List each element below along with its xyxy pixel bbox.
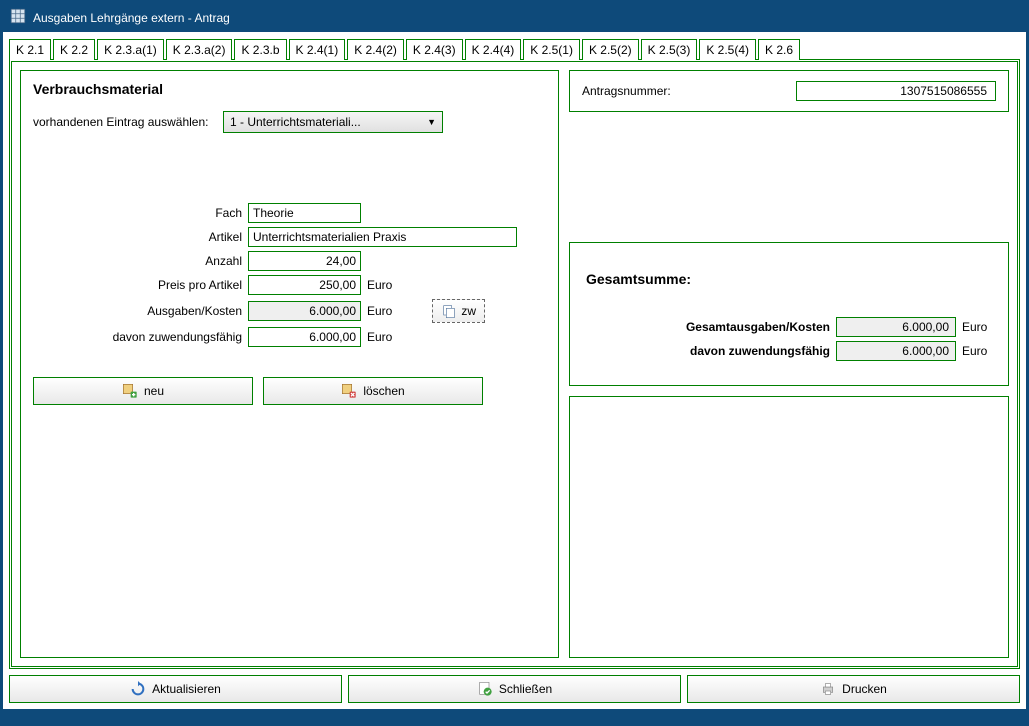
- tab-k243[interactable]: K 2.4(3): [406, 39, 463, 60]
- delete-icon: [341, 383, 357, 399]
- gesamt-label: Gesamtausgaben/Kosten: [686, 320, 830, 334]
- fach-input[interactable]: [248, 203, 361, 223]
- artikel-label: Artikel: [33, 230, 248, 244]
- empty-panel: [569, 396, 1009, 658]
- tab-k242[interactable]: K 2.4(2): [347, 39, 404, 60]
- tab-bar: K 2.1K 2.2K 2.3.a(1)K 2.3.a(2)K 2.3.bK 2…: [9, 38, 1020, 59]
- tab-k21[interactable]: K 2.1: [9, 39, 51, 60]
- bottom-bar: Aktualisieren Schließen Drucken: [9, 675, 1020, 703]
- ausgaben-label: Ausgaben/Kosten: [33, 304, 248, 318]
- neu-button[interactable]: neu: [33, 377, 253, 405]
- antragsnummer-box: Antragsnummer: 1307515086555: [569, 70, 1009, 112]
- fach-label: Fach: [33, 206, 248, 220]
- tab-k26[interactable]: K 2.6: [758, 39, 800, 60]
- right-panel: Antragsnummer: 1307515086555 Gesamtsumme…: [569, 70, 1009, 658]
- tab-k23b[interactable]: K 2.3.b: [234, 39, 286, 60]
- zuwendung-unit: Euro: [367, 330, 392, 344]
- tab-k241[interactable]: K 2.4(1): [289, 39, 346, 60]
- selector-label: vorhandenen Eintrag auswählen:: [33, 115, 213, 129]
- tab-k23a1[interactable]: K 2.3.a(1): [97, 39, 164, 60]
- zuwendung-input[interactable]: [248, 327, 361, 347]
- section-title: Verbrauchsmaterial: [33, 81, 546, 97]
- refresh-icon: [130, 681, 146, 697]
- sum-zuwendung-unit: Euro: [962, 344, 992, 358]
- close-doc-icon: [477, 681, 493, 697]
- tab-k244[interactable]: K 2.4(4): [465, 39, 522, 60]
- tab-k22[interactable]: K 2.2: [53, 39, 95, 60]
- artikel-input[interactable]: [248, 227, 517, 247]
- ausgaben-unit: Euro: [367, 304, 392, 318]
- ausgaben-value: [248, 301, 361, 321]
- tab-k253[interactable]: K 2.5(3): [641, 39, 698, 60]
- window-title: Ausgaben Lehrgänge extern - Antrag: [33, 11, 230, 25]
- left-panel: Verbrauchsmaterial vorhandenen Eintrag a…: [20, 70, 559, 658]
- anzahl-input[interactable]: [248, 251, 361, 271]
- preis-unit: Euro: [367, 278, 392, 292]
- tab-k252[interactable]: K 2.5(2): [582, 39, 639, 60]
- aktualisieren-button[interactable]: Aktualisieren: [9, 675, 342, 703]
- sum-zuwendung-label: davon zuwendungsfähig: [690, 344, 830, 358]
- copy-icon: [441, 303, 457, 319]
- summary-title: Gesamtsumme:: [586, 271, 992, 287]
- main-panel: Verbrauchsmaterial vorhandenen Eintrag a…: [9, 59, 1020, 669]
- zw-button[interactable]: zw: [432, 299, 485, 323]
- add-icon: [122, 383, 138, 399]
- zuwendung-label: davon zuwendungsfähig: [33, 330, 248, 344]
- gesamt-unit: Euro: [962, 320, 992, 334]
- app-icon: [9, 7, 27, 28]
- sum-zuwendung-value: 6.000,00: [836, 341, 956, 361]
- gesamt-value: 6.000,00: [836, 317, 956, 337]
- antragsnummer-value: 1307515086555: [796, 81, 996, 101]
- chevron-down-icon: ▼: [427, 117, 436, 127]
- tab-k23a2[interactable]: K 2.3.a(2): [166, 39, 233, 60]
- schliessen-button[interactable]: Schließen: [348, 675, 681, 703]
- loeschen-button[interactable]: löschen: [263, 377, 483, 405]
- titlebar: Ausgaben Lehrgänge extern - Antrag: [3, 3, 1026, 32]
- tab-k251[interactable]: K 2.5(1): [523, 39, 580, 60]
- dropdown-value: 1 - Unterrichtsmateriali...: [230, 115, 361, 129]
- print-icon: [820, 681, 836, 697]
- antragsnummer-label: Antragsnummer:: [582, 84, 671, 98]
- preis-input[interactable]: [248, 275, 361, 295]
- anzahl-label: Anzahl: [33, 254, 248, 268]
- tab-k254[interactable]: K 2.5(4): [699, 39, 756, 60]
- drucken-button[interactable]: Drucken: [687, 675, 1020, 703]
- summary-box: Gesamtsumme: Gesamtausgaben/Kosten 6.000…: [569, 242, 1009, 386]
- preis-label: Preis pro Artikel: [33, 278, 248, 292]
- entry-dropdown[interactable]: 1 - Unterrichtsmateriali... ▼: [223, 111, 443, 133]
